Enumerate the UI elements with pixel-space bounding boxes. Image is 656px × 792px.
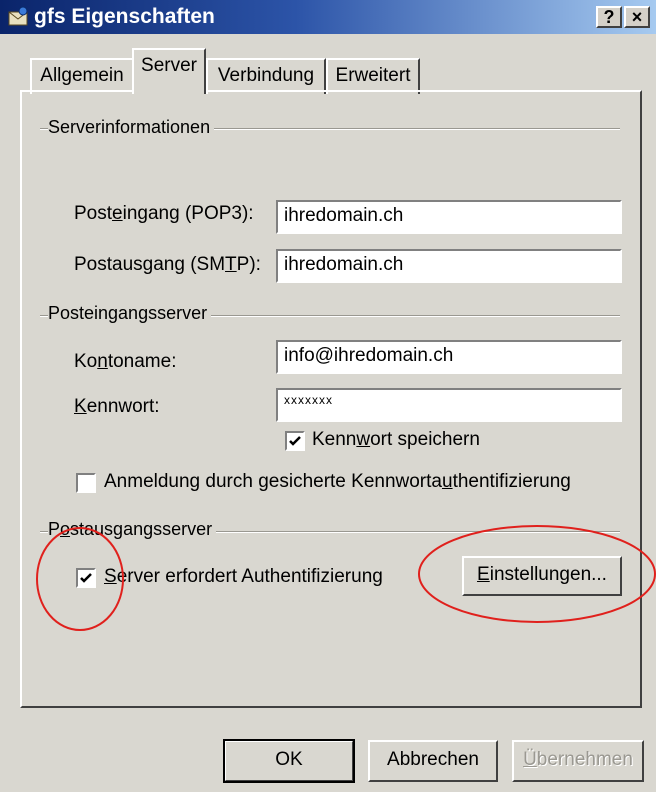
title-bar: gfs Eigenschaften ? × [0,0,656,34]
apply-button[interactable]: Übernehmen [512,740,644,782]
server-auth-checkbox[interactable] [76,568,96,588]
ok-button[interactable]: OK [223,739,355,783]
outgoing-server-field[interactable]: ihredomain.ch [276,249,622,283]
help-button[interactable]: ? [596,6,622,28]
tab-server[interactable]: Server [132,48,206,94]
spa-checkbox[interactable] [76,473,96,493]
group-label-serverinformationen: Serverinformationen [48,117,215,138]
server-auth-label: Server erfordert Authentifizierung [104,566,383,587]
cancel-button[interactable]: Abbrechen [368,740,498,782]
window-title: gfs Eigenschaften [34,5,215,28]
password-field[interactable]: xxxxxxx [276,388,622,422]
account-name-field[interactable]: info@ihredomain.ch [276,340,622,374]
tab-erweitert[interactable]: Erweitert [326,58,420,94]
settings-button[interactable]: Einstellungen... [462,556,622,596]
save-password-label: Kennwort speichern [312,429,480,450]
password-label: Kennwort: [74,396,160,417]
group-label-postausgangsserver: Postausgangsserver [48,519,217,540]
tab-allgemein[interactable]: Allgemein [30,58,134,94]
incoming-server-field[interactable]: ihredomain.ch [276,200,622,234]
checkmark-icon [289,436,301,446]
outgoing-server-label: Postausgang (SMTP): [74,254,261,275]
tab-verbindung[interactable]: Verbindung [206,58,326,94]
account-name-label: Kontoname: [74,351,177,372]
incoming-server-label: Posteingang (POP3): [74,203,254,224]
checkmark-icon [80,573,92,583]
group-label-posteingangsserver: Posteingangsserver [48,303,212,324]
mail-account-icon [8,6,28,26]
close-button[interactable]: × [624,6,650,28]
spa-label: Anmeldung durch gesicherte Kennwortauthe… [104,471,571,492]
save-password-checkbox[interactable] [285,431,305,451]
